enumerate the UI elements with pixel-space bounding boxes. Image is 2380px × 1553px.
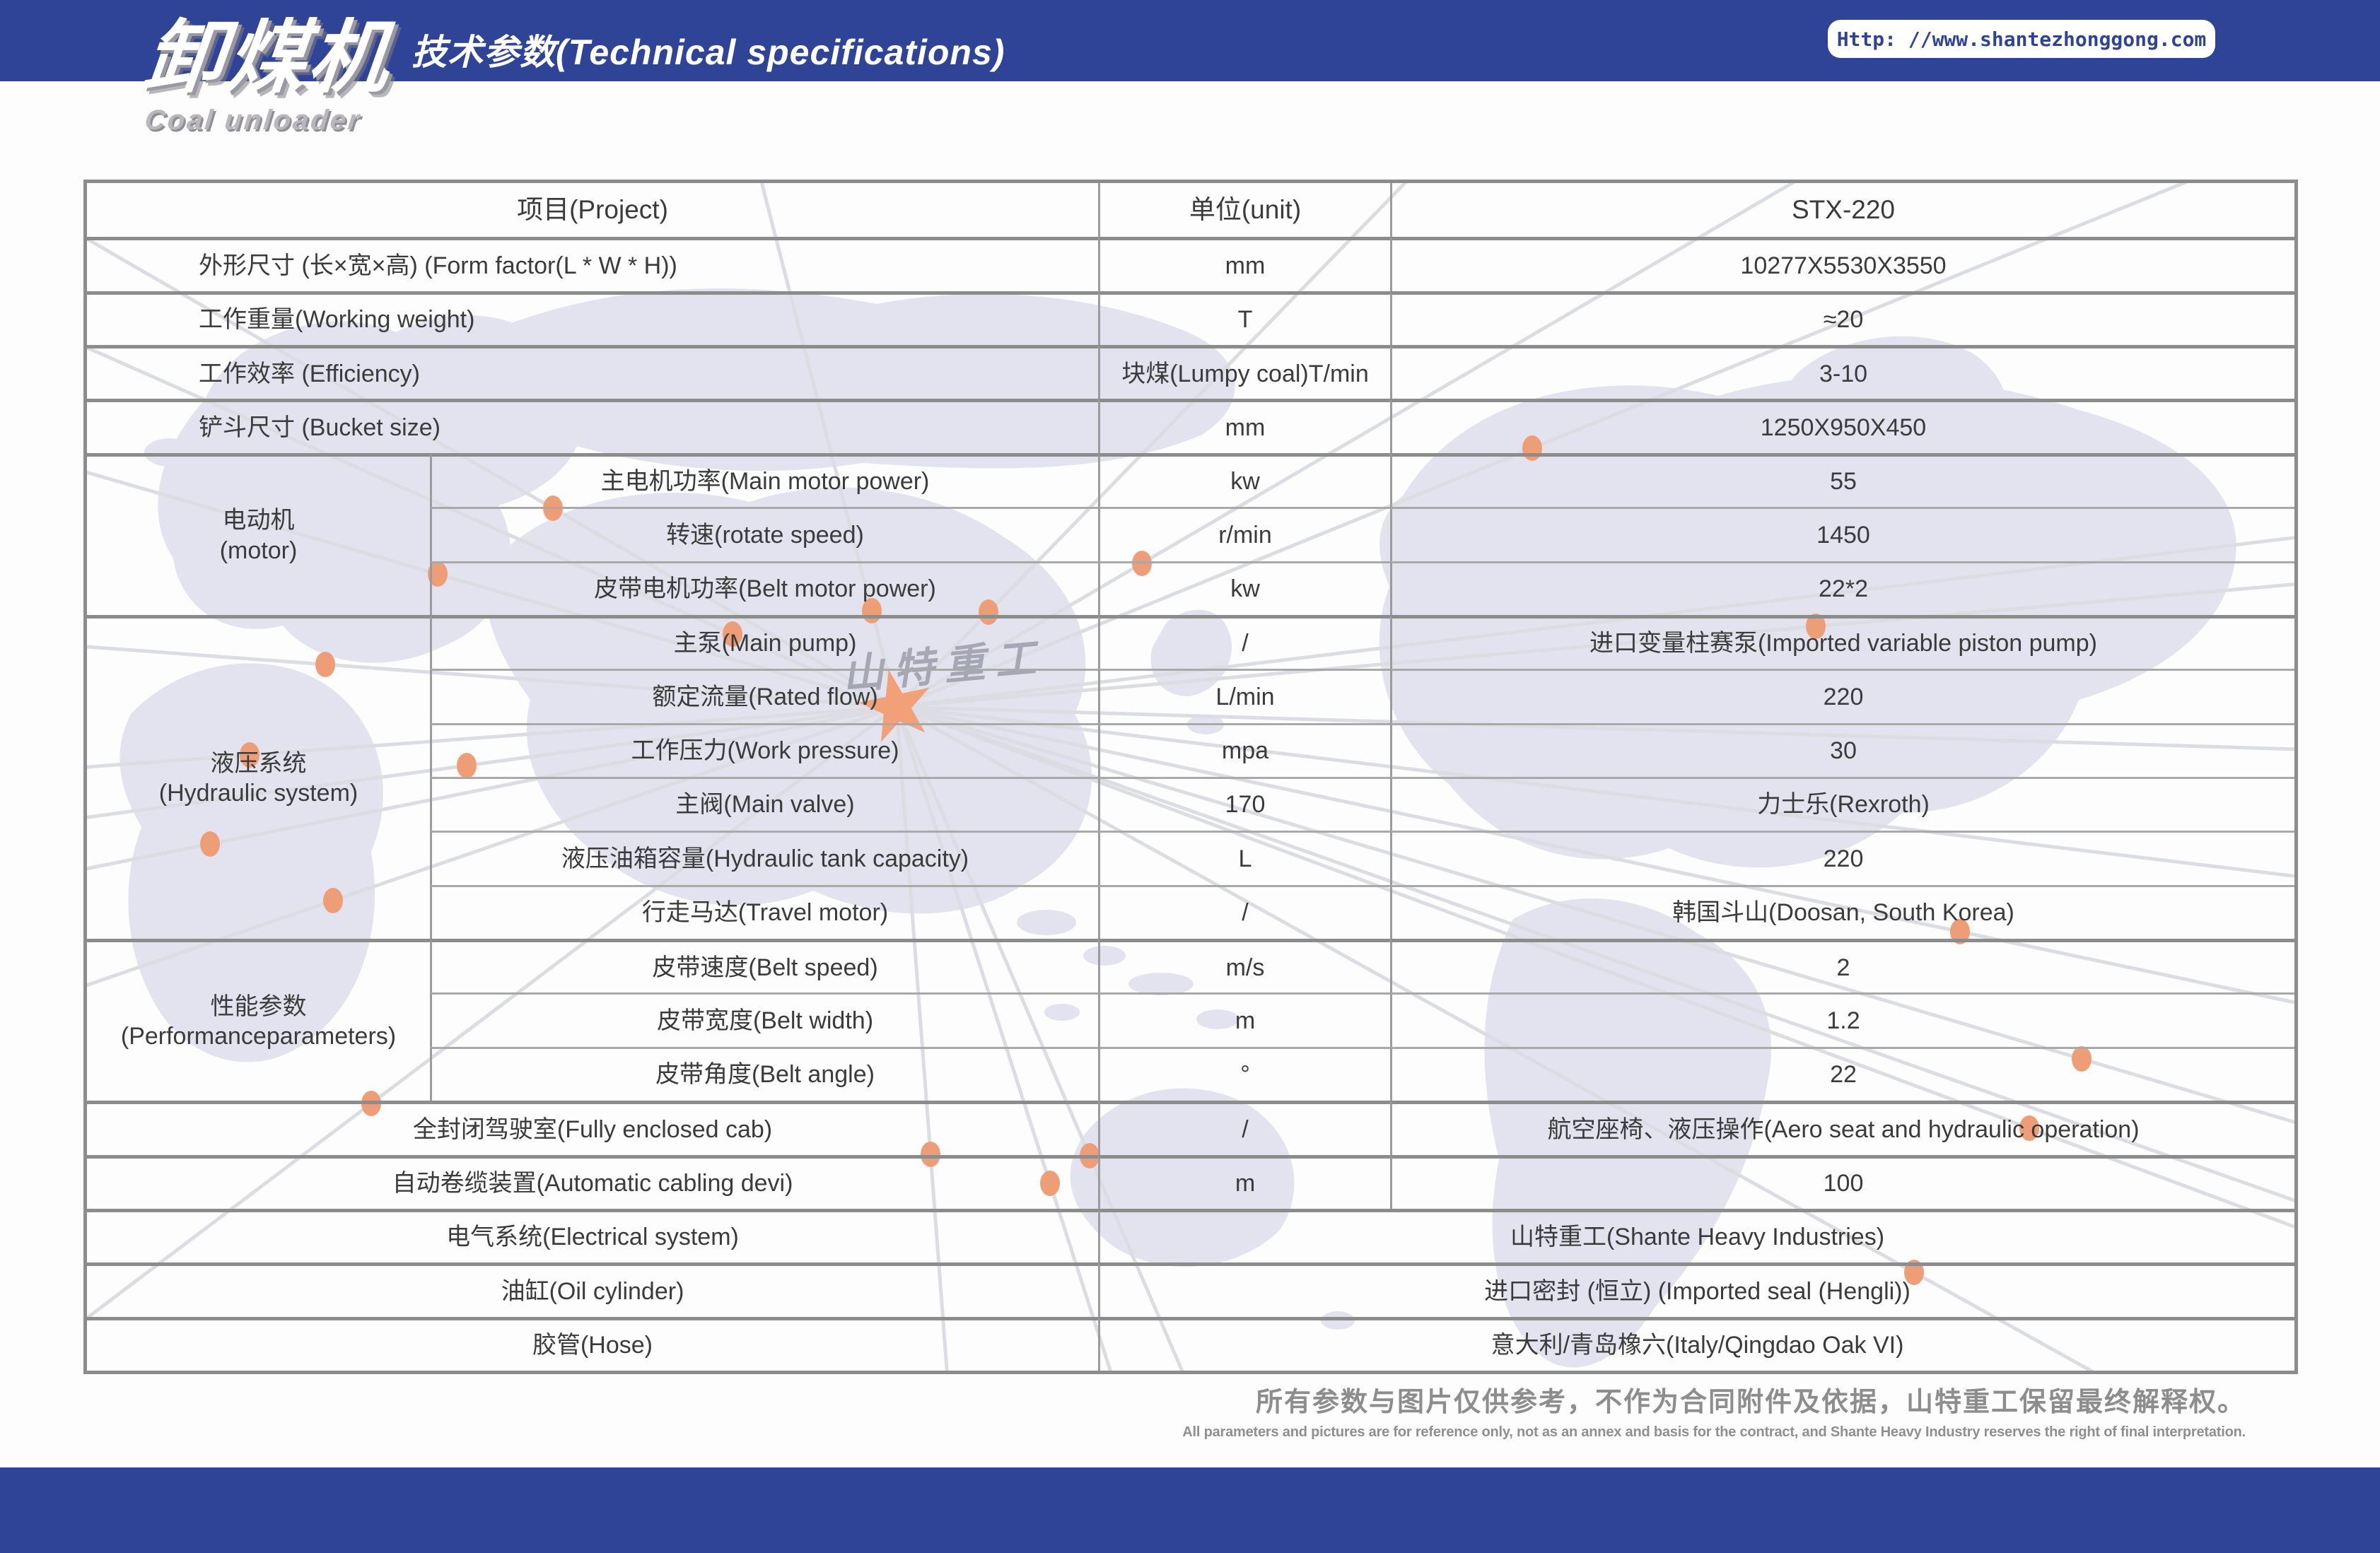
group-cell: 液压系统(Hydraulic system) — [87, 615, 430, 939]
row-value: 55 — [1390, 453, 2294, 507]
row-label: 工作重量(Working weight) — [87, 291, 1098, 345]
row-value: 100 — [1390, 1155, 2294, 1209]
row-value: 22*2 — [1390, 561, 2294, 615]
row-unit: 170 — [1098, 777, 1390, 831]
row-value: 航空座椅、液压操作(Aero seat and hydraulic operat… — [1390, 1101, 2294, 1154]
group-cell: 性能参数(Performanceparameters) — [87, 939, 430, 1101]
row-label: 皮带电机功率(Belt motor power) — [430, 561, 1098, 615]
row-label: 铲斗尺寸 (Bucket size) — [87, 399, 1098, 452]
group-label-cn: 电动机 — [220, 505, 298, 536]
brand-logo: 卸煤机 Coal unloader — [145, 18, 391, 136]
row-unit: mpa — [1098, 723, 1390, 777]
row-label: 自动卷缆装置(Automatic cabling devi) — [87, 1155, 1098, 1209]
row-label: 胶管(Hose) — [87, 1317, 1098, 1371]
row-label: 全封闭驾驶室(Fully enclosed cab) — [87, 1101, 1098, 1154]
row-unit: / — [1098, 885, 1390, 939]
spec-table: 项目(Project)单位(unit)STX-220 外形尺寸 (长×宽×高) (… — [83, 180, 2298, 1374]
page-title: 技术参数(Technical specifications) — [412, 24, 1005, 75]
row-value: 1250X950X450 — [1390, 399, 2294, 452]
row-value: 3-10 — [1390, 345, 2294, 399]
col-header-model: STX-220 — [1390, 183, 2294, 237]
row-value: 1450 — [1390, 507, 2294, 561]
row-unit: kw — [1098, 453, 1390, 507]
group-label-en: (motor) — [220, 536, 298, 566]
row-label: 转速(rotate speed) — [430, 507, 1098, 561]
row-unit: kw — [1098, 561, 1390, 615]
row-unit: / — [1098, 615, 1390, 669]
row-label: 主泵(Main pump) — [430, 615, 1098, 669]
row-value: 220 — [1390, 669, 2294, 722]
row-unit: mm — [1098, 237, 1390, 291]
row-label: 皮带角度(Belt angle) — [430, 1047, 1098, 1101]
row-unit: m — [1098, 992, 1390, 1046]
row-value: 2 — [1390, 939, 2294, 992]
row-value: 进口变量柱赛泵(Imported variable piston pump) — [1390, 615, 2294, 669]
row-label: 液压油箱容量(Hydraulic tank capacity) — [430, 831, 1098, 884]
group-label-en: (Performanceparameters) — [121, 1021, 396, 1052]
row-label: 外形尺寸 (长×宽×高) (Form factor(L * W * H)) — [87, 237, 1098, 291]
disclaimer: 所有参数与图片仅供参考，不作为合同附件及依据，山特重工保留最终解释权。 All … — [1182, 1380, 2246, 1441]
page: 山特重工 卸煤机 Coal unloader 技术参数(Technical sp… — [0, 0, 2380, 1553]
row-value: 220 — [1390, 831, 2294, 884]
row-unit: ° — [1098, 1047, 1390, 1101]
row-label: 行走马达(Travel motor) — [430, 885, 1098, 939]
row-label: 工作压力(Work pressure) — [430, 723, 1098, 777]
disclaimer-en: All parameters and pictures are for refe… — [1182, 1424, 2246, 1441]
row-unit: L/min — [1098, 669, 1390, 722]
footer-bar — [0, 1467, 2380, 1553]
row-value: 1.2 — [1390, 992, 2294, 1046]
row-unit: L — [1098, 831, 1390, 884]
row-label: 主阀(Main valve) — [430, 777, 1098, 831]
row-label: 皮带宽度(Belt width) — [430, 992, 1098, 1046]
col-header-unit: 单位(unit) — [1098, 183, 1390, 237]
row-unit: m — [1098, 1155, 1390, 1209]
row-unit: m/s — [1098, 939, 1390, 992]
brand-logo-en: Coal unloader — [144, 105, 393, 136]
col-header-project: 项目(Project) — [87, 183, 1098, 237]
row-unit: mm — [1098, 399, 1390, 452]
row-label: 电气系统(Electrical system) — [87, 1209, 1098, 1262]
row-value: 22 — [1390, 1047, 2294, 1101]
group-label-cn: 液压系统 — [159, 749, 358, 779]
row-unit: 块煤(Lumpy coal)T/min — [1098, 345, 1390, 399]
group-label-en: (Hydraulic system) — [159, 778, 358, 809]
row-value: 韩国斗山(Doosan, South Korea) — [1390, 885, 2294, 939]
row-value: 进口密封 (恒立) (Imported seal (Hengli)) — [1098, 1262, 2294, 1316]
disclaimer-cn: 所有参数与图片仅供参考，不作为合同附件及依据，山特重工保留最终解释权。 — [1182, 1380, 2246, 1419]
row-value: 山特重工(Shante Heavy Industries) — [1098, 1209, 2294, 1262]
row-value: 10277X5530X3550 — [1390, 237, 2294, 291]
group-cell: 电动机(motor) — [87, 453, 430, 615]
row-value: 30 — [1390, 723, 2294, 777]
row-unit: / — [1098, 1101, 1390, 1154]
group-label-cn: 性能参数 — [121, 992, 396, 1022]
row-label: 油缸(Oil cylinder) — [87, 1262, 1098, 1316]
row-label: 额定流量(Rated flow) — [430, 669, 1098, 722]
row-unit: T — [1098, 291, 1390, 345]
row-label: 工作效率 (Efficiency) — [87, 345, 1098, 399]
row-unit: r/min — [1098, 507, 1390, 561]
row-label: 皮带速度(Belt speed) — [430, 939, 1098, 992]
brand-logo-cn: 卸煤机 — [141, 18, 395, 98]
row-value: 意大利/青岛橡六(Italy/Qingdao Oak VI) — [1098, 1317, 2294, 1371]
row-label: 主电机功率(Main motor power) — [430, 453, 1098, 507]
row-value: ≈20 — [1390, 291, 2294, 345]
row-value: 力士乐(Rexroth) — [1390, 777, 2294, 831]
website-link[interactable]: Http: //www.shantezhonggong.com — [1828, 20, 2215, 58]
